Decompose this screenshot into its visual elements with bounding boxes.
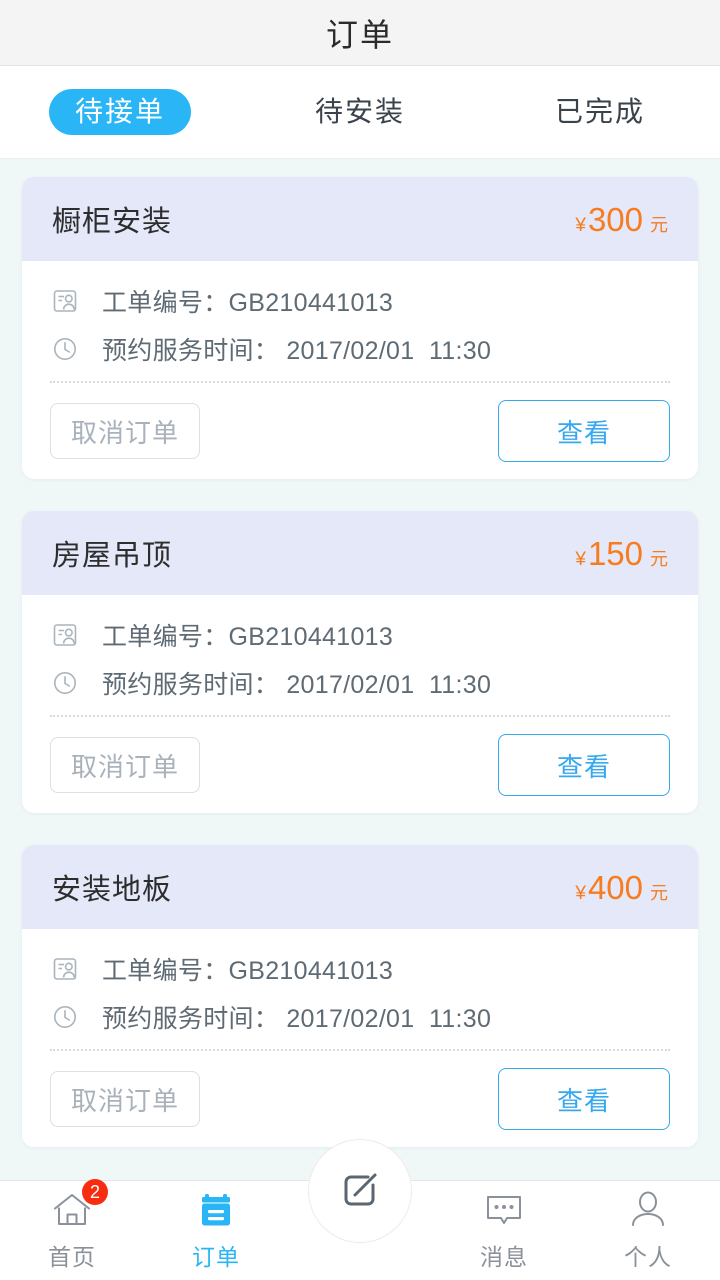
tab-pending-accept[interactable]: 待接单 <box>0 89 240 135</box>
view-order-button[interactable]: 查看 <box>498 1068 670 1130</box>
currency-symbol: ¥ <box>575 214 586 236</box>
view-order-button[interactable]: 查看 <box>498 400 670 462</box>
nav-item-profile-label: 个人 <box>624 1244 672 1270</box>
order-card-body: 工单编号：GB210441013 预约服务时间： 2017/02/01 11:3… <box>22 261 698 383</box>
order-card[interactable]: 安装地板 ¥ 400 元 工单编号：GB210441013 预约服务时间： 20… <box>22 845 698 1147</box>
tab-pending-accept-label: 待接单 <box>48 89 191 135</box>
price-amount: 150 <box>587 534 643 572</box>
compose-button[interactable] <box>308 1139 412 1243</box>
compose-icon <box>336 1165 384 1218</box>
order-card[interactable]: 房屋吊顶 ¥ 150 元 工单编号：GB210441013 预约服务时间： 20… <box>22 511 698 813</box>
tab-completed-label: 已完成 <box>554 96 645 127</box>
appointment-row: 预约服务时间： 2017/02/01 11:30 <box>50 665 670 701</box>
price-amount: 400 <box>587 868 643 906</box>
order-card-body: 工单编号：GB210441013 预约服务时间： 2017/02/01 11:3… <box>22 929 698 1051</box>
nav-item-profile[interactable]: 个人 <box>576 1181 720 1280</box>
order-price: ¥ 150 元 <box>575 537 668 570</box>
price-amount: 300 <box>587 200 643 238</box>
clock-icon <box>50 1002 80 1032</box>
order-card-actions: 取消订单 查看 <box>22 1051 698 1147</box>
currency-unit: 元 <box>650 214 668 235</box>
work-order-icon <box>50 620 80 650</box>
view-order-button[interactable]: 查看 <box>498 734 670 796</box>
home-icon: 2 <box>52 1179 108 1231</box>
order-card-header: 安装地板 ¥ 400 元 <box>22 845 698 929</box>
clock-icon <box>50 334 80 364</box>
nav-center-slot <box>288 1139 432 1280</box>
nav-item-messages[interactable]: 消息 <box>432 1181 576 1280</box>
order-title: 房屋吊顶 <box>52 540 173 572</box>
app-header: 订单 <box>0 0 720 66</box>
currency-unit: 元 <box>650 548 668 569</box>
order-card-header: 房屋吊顶 ¥ 150 元 <box>22 511 698 595</box>
order-number-row: 工单编号：GB210441013 <box>50 617 670 653</box>
work-order-icon <box>50 954 80 984</box>
nav-item-orders-label: 订单 <box>192 1244 240 1270</box>
cancel-order-button[interactable]: 取消订单 <box>50 403 200 459</box>
page-title: 订单 <box>325 16 394 53</box>
order-price: ¥ 300 元 <box>575 203 668 236</box>
nav-item-home[interactable]: 2 首页 <box>0 1179 144 1280</box>
nav-item-home-label: 首页 <box>48 1244 96 1270</box>
nav-item-orders[interactable]: 订单 <box>144 1181 288 1280</box>
appointment-text: 预约服务时间： 2017/02/01 11:30 <box>102 671 492 699</box>
bottom-navigation: 2 首页 订单 消息 个人 <box>0 1139 720 1280</box>
order-price: ¥ 400 元 <box>575 871 668 904</box>
appointment-row: 预约服务时间： 2017/02/01 11:30 <box>50 331 670 367</box>
cancel-order-button[interactable]: 取消订单 <box>50 737 200 793</box>
clock-icon <box>50 668 80 698</box>
appointment-text: 预约服务时间： 2017/02/01 11:30 <box>102 1005 492 1033</box>
nav-item-messages-label: 消息 <box>480 1244 528 1270</box>
profile-icon <box>629 1189 667 1231</box>
tab-pending-install[interactable]: 待安装 <box>240 89 480 135</box>
cancel-order-button[interactable]: 取消订单 <box>50 1071 200 1127</box>
order-title: 安装地板 <box>52 874 173 906</box>
order-card-body: 工单编号：GB210441013 预约服务时间： 2017/02/01 11:3… <box>22 595 698 717</box>
order-card-actions: 取消订单 查看 <box>22 717 698 813</box>
appointment-row: 预约服务时间： 2017/02/01 11:30 <box>50 999 670 1035</box>
orders-icon <box>198 1189 234 1231</box>
message-icon <box>483 1189 525 1231</box>
order-card[interactable]: 橱柜安装 ¥ 300 元 工单编号：GB210441013 预约服务时间： 20… <box>22 177 698 479</box>
order-list: 橱柜安装 ¥ 300 元 工单编号：GB210441013 预约服务时间： 20… <box>0 159 720 1147</box>
appointment-text: 预约服务时间： 2017/02/01 11:30 <box>102 337 492 365</box>
work-order-icon <box>50 286 80 316</box>
order-number-text: 工单编号：GB210441013 <box>102 289 394 317</box>
order-number-text: 工单编号：GB210441013 <box>102 623 394 651</box>
order-title: 橱柜安装 <box>52 206 173 238</box>
order-status-tabs: 待接单 待安装 已完成 <box>0 66 720 159</box>
app-screen: 订单 待接单 待安装 已完成 橱柜安装 ¥ 300 元 工单编号：GB21044… <box>0 0 720 1280</box>
tab-pending-install-label: 待安装 <box>314 96 405 127</box>
order-card-actions: 取消订单 查看 <box>22 383 698 479</box>
order-card-header: 橱柜安装 ¥ 300 元 <box>22 177 698 261</box>
order-number-text: 工单编号：GB210441013 <box>102 957 394 985</box>
currency-symbol: ¥ <box>575 882 586 904</box>
home-badge: 2 <box>82 1179 108 1205</box>
tab-completed[interactable]: 已完成 <box>480 89 720 135</box>
currency-unit: 元 <box>650 882 668 903</box>
currency-symbol: ¥ <box>575 548 586 570</box>
order-number-row: 工单编号：GB210441013 <box>50 951 670 987</box>
order-number-row: 工单编号：GB210441013 <box>50 283 670 319</box>
